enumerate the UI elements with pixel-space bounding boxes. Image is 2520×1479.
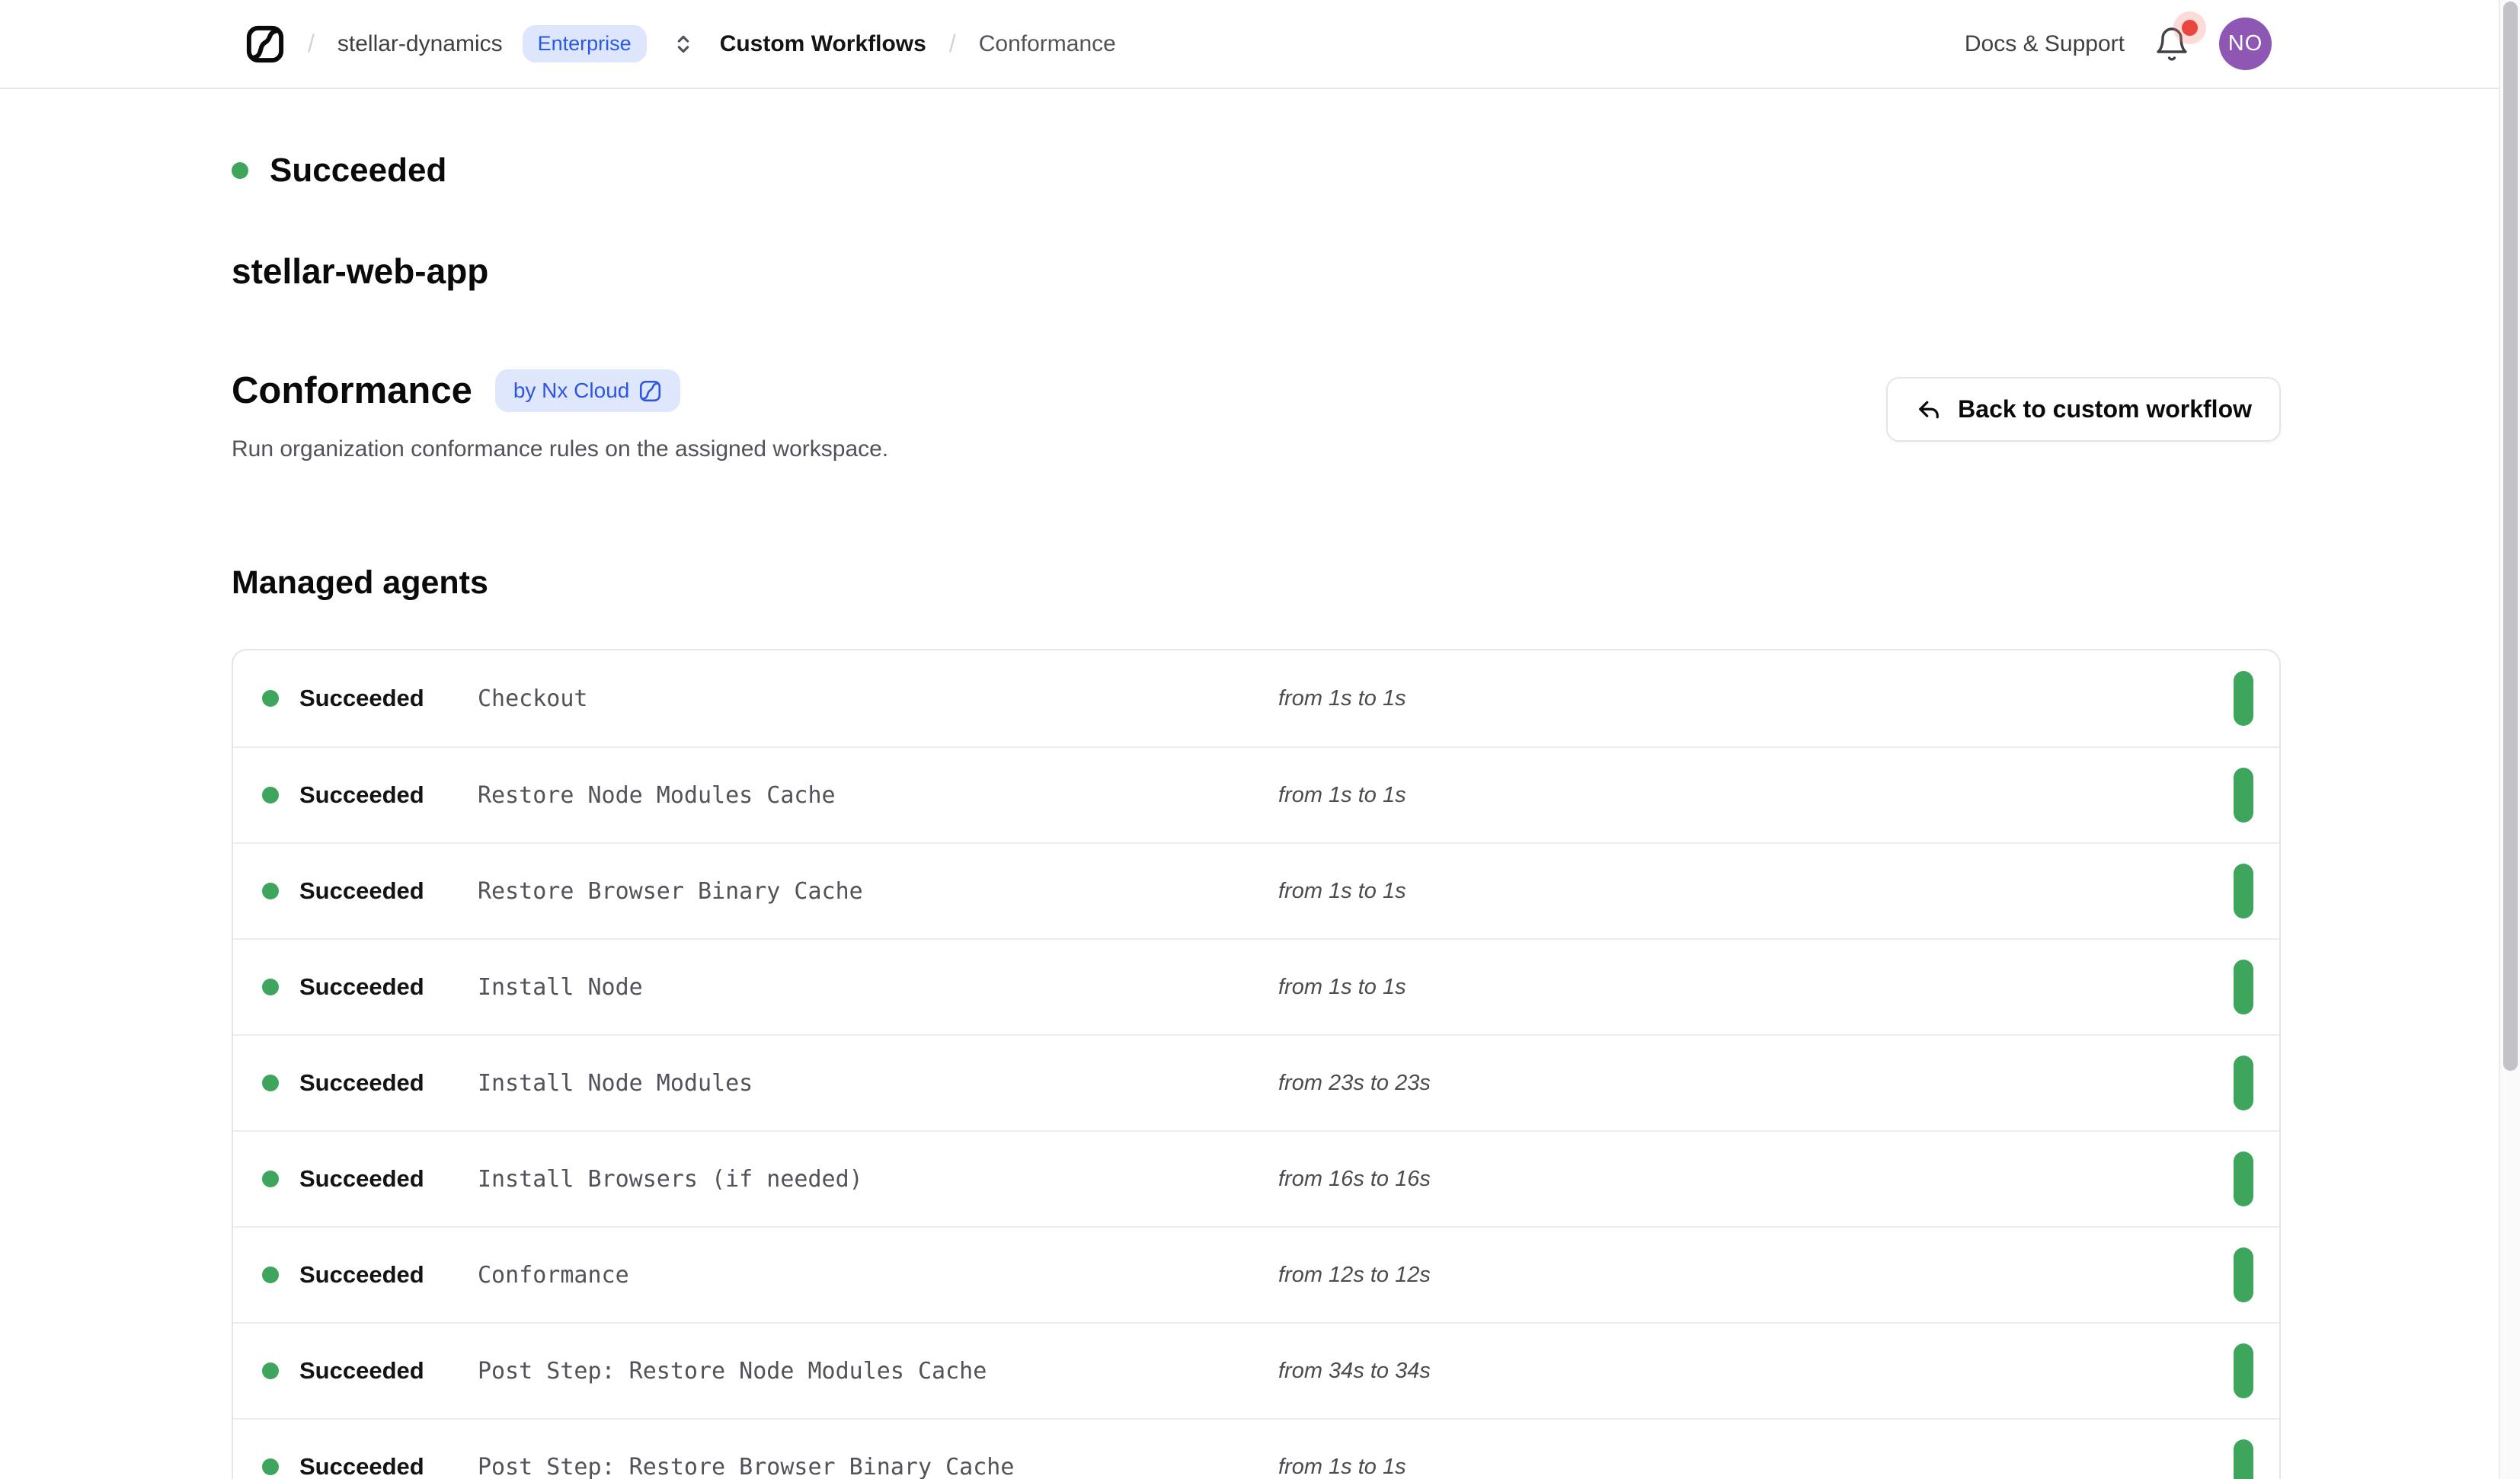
row-status-label: Succeeded [299,685,424,712]
nx-cloud-mini-logo-icon [638,379,662,403]
row-duration-bar [2234,1439,2253,1479]
docs-support-link[interactable]: Docs & Support [1965,31,2125,57]
nx-cloud-logo-icon[interactable] [245,24,285,64]
status-dot-icon [232,162,248,179]
row-time-range: from 12s to 12s [1278,1263,2234,1288]
row-time-range: from 23s to 23s [1278,1071,2234,1096]
row-step-name: Install Node Modules [478,1070,1278,1097]
top-navbar: / stellar-dynamics Enterprise Custom Wor… [0,0,2520,89]
row-time-range: from 1s to 1s [1278,686,2234,711]
managed-agents-heading: Managed agents [232,564,2281,602]
table-row[interactable]: Succeeded Post Step: Restore Node Module… [233,1322,2279,1418]
workspace-switcher-icon[interactable] [670,27,697,61]
workflow-header: Conformance by Nx Cloud Run organization… [232,369,2281,462]
workflow-title-block: Conformance by Nx Cloud Run organization… [232,369,888,462]
by-nx-cloud-badge[interactable]: by Nx Cloud [495,369,681,412]
workspace-name: stellar-web-app [232,251,2281,292]
row-duration-bar [2234,768,2253,823]
row-step-name: Install Browsers (if needed) [478,1166,1278,1193]
row-status-label: Succeeded [299,877,424,905]
row-time-range: from 1s to 1s [1278,879,2234,904]
table-row[interactable]: Succeeded Install Node from 1s to 1s [233,938,2279,1034]
breadcrumb-org[interactable]: stellar-dynamics [337,31,503,57]
row-step-name: Checkout [478,685,1278,712]
row-duration-bar [2234,864,2253,918]
table-row[interactable]: Succeeded Checkout from 1s to 1s [233,650,2279,746]
row-step-name: Post Step: Restore Browser Binary Cache [478,1454,1278,1479]
navbar-actions: Docs & Support NO [1965,18,2272,70]
by-nx-cloud-label: by Nx Cloud [513,379,630,403]
notifications-bell-icon[interactable] [2154,26,2190,62]
row-time-range: from 1s to 1s [1278,783,2234,808]
status-dot-icon [262,1458,279,1475]
row-time-range: from 34s to 34s [1278,1359,2234,1384]
row-time-range: from 16s to 16s [1278,1167,2234,1192]
back-button-label: Back to custom workflow [1958,395,2252,423]
status-dot-icon [262,979,279,995]
row-status-label: Succeeded [299,1357,424,1385]
row-status-label: Succeeded [299,1453,424,1479]
status-dot-icon [262,883,279,899]
row-step-name: Restore Browser Binary Cache [478,878,1278,905]
row-duration-bar [2234,1056,2253,1110]
managed-agents-card: Succeeded Checkout from 1s to 1s Succeed… [232,649,2281,1479]
table-row[interactable]: Succeeded Install Node Modules from 23s … [233,1034,2279,1130]
table-row[interactable]: Succeeded Post Step: Restore Browser Bin… [233,1418,2279,1479]
row-status-label: Succeeded [299,1069,424,1097]
row-status-label: Succeeded [299,1261,424,1289]
status-dot-icon [262,1267,279,1283]
row-step-name: Restore Node Modules Cache [478,782,1278,809]
row-duration-bar [2234,1343,2253,1398]
breadcrumb: / stellar-dynamics Enterprise Custom Wor… [245,24,1116,64]
status-dot-icon [262,1075,279,1091]
user-avatar[interactable]: NO [2219,18,2272,70]
scrollbar-thumb[interactable] [2503,2,2518,1071]
row-step-name: Conformance [478,1262,1278,1289]
row-duration-bar [2234,671,2253,726]
status-dot-icon [262,1171,279,1187]
status-dot-icon [262,1362,279,1379]
table-row[interactable]: Succeeded Restore Node Modules Cache fro… [233,746,2279,842]
workflow-description: Run organization conformance rules on th… [232,436,888,462]
notification-badge [2182,20,2198,36]
main-content: Succeeded stellar-web-app Conformance by… [0,152,2520,1479]
plan-badge: Enterprise [523,25,647,62]
breadcrumb-separator: / [308,30,315,58]
run-status-label: Succeeded [270,152,446,190]
table-row[interactable]: Succeeded Conformance from 12s to 12s [233,1226,2279,1322]
table-row[interactable]: Succeeded Restore Browser Binary Cache f… [233,842,2279,938]
breadcrumb-separator: / [949,30,956,58]
breadcrumb-section[interactable]: Custom Workflows [720,31,926,57]
row-duration-bar [2234,1152,2253,1206]
status-dot-icon [262,690,279,707]
row-status-label: Succeeded [299,973,424,1001]
row-status-label: Succeeded [299,1165,424,1193]
row-step-name: Install Node [478,974,1278,1001]
row-status-label: Succeeded [299,781,424,809]
row-duration-bar [2234,960,2253,1014]
back-to-custom-workflow-button[interactable]: Back to custom workflow [1886,377,2281,442]
row-duration-bar [2234,1247,2253,1302]
row-step-name: Post Step: Restore Node Modules Cache [478,1358,1278,1385]
status-dot-icon [262,787,279,803]
row-time-range: from 1s to 1s [1278,1455,2234,1479]
undo-arrow-icon [1915,396,1943,423]
scrollbar-track[interactable] [2499,0,2520,1479]
breadcrumb-page: Conformance [979,31,1116,57]
row-time-range: from 1s to 1s [1278,975,2234,1000]
table-row[interactable]: Succeeded Install Browsers (if needed) f… [233,1130,2279,1226]
run-status: Succeeded [232,152,2281,190]
workflow-title: Conformance [232,369,472,412]
